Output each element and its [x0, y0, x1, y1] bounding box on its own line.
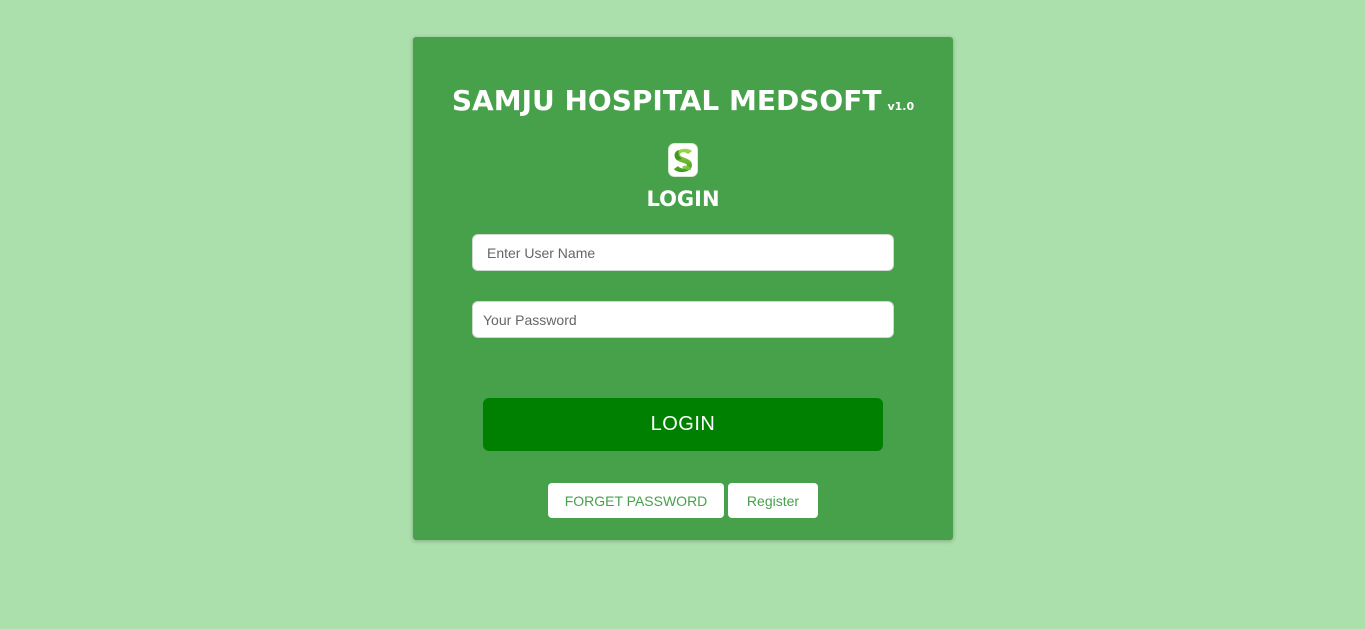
password-input[interactable] — [472, 301, 894, 338]
app-title: SAMJU HOSPITAL MEDSOFT v1.0 — [413, 84, 953, 124]
login-button[interactable]: LOGIN — [483, 398, 883, 451]
version-label: v1.0 — [887, 100, 915, 113]
app-title-text: SAMJU HOSPITAL MEDSOFT — [451, 84, 882, 117]
login-heading: LOGIN — [646, 187, 720, 211]
register-button[interactable]: Register — [728, 483, 818, 518]
login-card: SAMJU HOSPITAL MEDSOFT v1.0 LOGIN LOGIN F… — [413, 37, 953, 540]
forget-password-button[interactable]: FORGET PASSWORD — [548, 483, 724, 518]
leaf-s-logo-icon — [668, 143, 698, 177]
username-input[interactable] — [472, 234, 894, 271]
